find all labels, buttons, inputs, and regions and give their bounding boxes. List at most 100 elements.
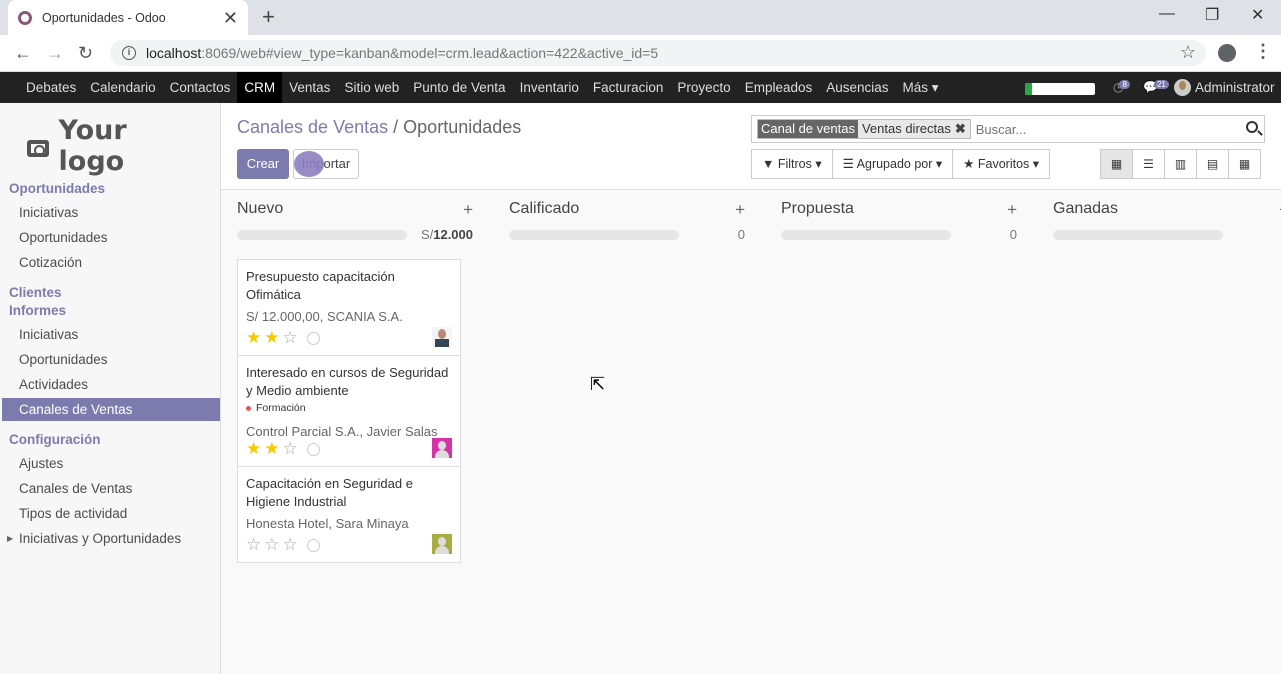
odoo-favicon-icon (18, 10, 32, 25)
column-sum-value: 12.000 (433, 227, 473, 242)
column-progress-bar[interactable] (1053, 230, 1223, 240)
menu-proyecto[interactable]: Proyecto (670, 72, 737, 103)
menu-calendario[interactable]: Calendario (83, 72, 162, 103)
caret-right-icon[interactable]: ▶ (7, 534, 13, 543)
priority-star-icon[interactable]: ★ (264, 329, 279, 347)
sidebar-item-cotizacion[interactable]: Cotización (19, 255, 82, 270)
window-close-icon[interactable]: ✕ (1251, 5, 1264, 25)
breadcrumb: Canales de Ventas / Oportunidades (237, 117, 521, 138)
sidebar-item-ajustes[interactable]: Ajustes (19, 456, 63, 471)
menu-debates[interactable]: Debates (19, 72, 83, 103)
profile-icon[interactable] (1218, 44, 1236, 62)
minimize-icon[interactable]: — (1159, 5, 1175, 23)
forward-icon[interactable]: → (46, 43, 64, 64)
kanban-column-calificado: Calificado + 0 (509, 200, 745, 242)
breadcrumb-parent[interactable]: Canales de Ventas (237, 117, 388, 137)
priority-star-icon[interactable]: ☆ (283, 440, 298, 458)
main-content: Canales de Ventas / Oportunidades Crear … (221, 103, 1281, 674)
restore-icon[interactable]: ❐ (1205, 5, 1219, 25)
kanban-card[interactable]: Interesado en cursos de Seguridad y Medi… (237, 355, 461, 467)
activity-clock-icon[interactable] (306, 442, 320, 456)
menu-sitio-web[interactable]: Sitio web (337, 72, 406, 103)
back-icon[interactable]: ← (14, 43, 32, 64)
close-tab-icon[interactable]: ✕ (223, 9, 238, 27)
new-tab-icon[interactable]: + (262, 4, 275, 30)
priority-star-icon[interactable]: ★ (264, 440, 279, 458)
calendar-view-icon[interactable]: ▤ (1196, 149, 1229, 179)
menu-inventario[interactable]: Inventario (513, 72, 586, 103)
priority-star-icon[interactable]: ☆ (283, 329, 298, 347)
sidebar-item-informes-iniciativas[interactable]: Iniciativas (19, 327, 78, 342)
sidebar-item-iniciativas[interactable]: Iniciativas (19, 205, 78, 220)
user-menu[interactable]: Administrator (1174, 79, 1275, 96)
priority-star-icon[interactable]: ☆ (283, 536, 298, 554)
menu-crm[interactable]: CRM (237, 72, 283, 103)
column-title[interactable]: Propuesta (781, 200, 1017, 222)
search-input[interactable] (975, 121, 1216, 137)
kanban-view-icon[interactable]: ▦ (1100, 149, 1133, 179)
sidebar-item-config-canales[interactable]: Canales de Ventas (19, 481, 132, 496)
list-view-icon[interactable]: ☰ (1132, 149, 1165, 179)
sidebar-item-iniciativas-oportunidades[interactable]: Iniciativas y Oportunidades (19, 531, 181, 546)
group-by-label: Agrupado por (856, 157, 933, 171)
menu-empleados[interactable]: Empleados (738, 72, 820, 103)
url-path: :8069/web#view_type=kanban&model=crm.lea… (201, 45, 659, 61)
column-sum: 0 (737, 227, 745, 242)
url-field[interactable]: i localhost:8069/web#view_type=kanban&mo… (110, 40, 1206, 66)
sidebar-item-tipos-actividad[interactable]: Tipos de actividad (19, 506, 127, 521)
priority-star-icon[interactable]: ☆ (246, 536, 261, 554)
menu-facturacion[interactable]: Facturacion (586, 72, 671, 103)
sidebar-item-informes-oportunidades[interactable]: Oportunidades (19, 352, 108, 367)
priority-star-icon[interactable]: ☆ (264, 536, 279, 554)
sidebar-item-oportunidades[interactable]: Oportunidades (19, 230, 108, 245)
onboarding-progress-bar[interactable] (1025, 83, 1095, 95)
section-clientes[interactable]: Clientes (9, 285, 62, 300)
column-sum-prefix: S/ (420, 227, 434, 242)
company-logo[interactable]: Your logo (27, 115, 197, 177)
favorites-button[interactable]: ★ Favoritos ▾ (952, 149, 1051, 179)
search-bar: Canal de ventas Ventas directas ✖ (751, 115, 1265, 143)
bookmark-star-icon[interactable]: ☆ (1180, 42, 1196, 63)
search-facet[interactable]: Canal de ventas Ventas directas ✖ (757, 119, 971, 139)
column-title[interactable]: Nuevo (237, 200, 473, 222)
priority-star-icon[interactable]: ★ (246, 329, 261, 347)
section-configuracion[interactable]: Configuración (9, 432, 101, 447)
column-title[interactable]: Calificado (509, 200, 745, 222)
column-progress-bar[interactable] (781, 230, 951, 240)
facet-remove-icon[interactable]: ✖ (954, 120, 970, 138)
quick-create-icon[interactable]: + (735, 200, 745, 220)
messages-icon[interactable]: 💬21 (1143, 80, 1169, 94)
group-by-button[interactable]: ☰ Agrupado por ▾ (831, 149, 954, 179)
section-oportunidades[interactable]: Oportunidades (9, 181, 105, 196)
info-icon[interactable]: i (122, 46, 136, 60)
column-progress-bar[interactable] (509, 230, 679, 240)
star-icon: ★ (963, 157, 975, 171)
browser-menu-icon[interactable]: ⋮ (1254, 41, 1272, 62)
pivot-view-icon[interactable]: ▦ (1228, 149, 1261, 179)
column-title[interactable]: Ganadas (1053, 200, 1281, 222)
search-icon[interactable] (1246, 121, 1258, 133)
activity-icon[interactable]: ◷8 (1113, 80, 1130, 94)
kanban-card[interactable]: Presupuesto capacitación Ofimática S/ 12… (237, 259, 461, 356)
kanban-card[interactable]: Capacitación en Seguridad e Higiene Indu… (237, 466, 461, 563)
create-button[interactable]: Crear (237, 149, 289, 179)
activity-clock-icon[interactable] (306, 538, 320, 552)
column-progress-bar[interactable] (237, 230, 407, 240)
menu-mas[interactable]: Más ▾ (896, 72, 946, 103)
menu-contactos[interactable]: Contactos (163, 72, 238, 103)
avatar (1174, 79, 1191, 96)
sidebar-item-canales-de-ventas[interactable]: Canales de Ventas (2, 398, 220, 421)
graph-view-icon[interactable]: ▥ (1164, 149, 1197, 179)
browser-tab[interactable]: Oportunidades - Odoo ✕ (8, 0, 248, 35)
priority-star-icon[interactable]: ★ (246, 440, 261, 458)
menu-ventas[interactable]: Ventas (282, 72, 337, 103)
menu-ausencias[interactable]: Ausencias (819, 72, 895, 103)
quick-create-icon[interactable]: + (463, 200, 473, 220)
section-informes[interactable]: Informes (9, 303, 66, 318)
menu-punto-de-venta[interactable]: Punto de Venta (406, 72, 512, 103)
filters-button[interactable]: ▼ Filtros ▾ (751, 149, 833, 179)
activity-clock-icon[interactable] (306, 331, 320, 345)
sidebar-item-actividades[interactable]: Actividades (19, 377, 88, 392)
quick-create-icon[interactable]: + (1007, 200, 1017, 220)
reload-icon[interactable]: ↻ (78, 43, 93, 64)
